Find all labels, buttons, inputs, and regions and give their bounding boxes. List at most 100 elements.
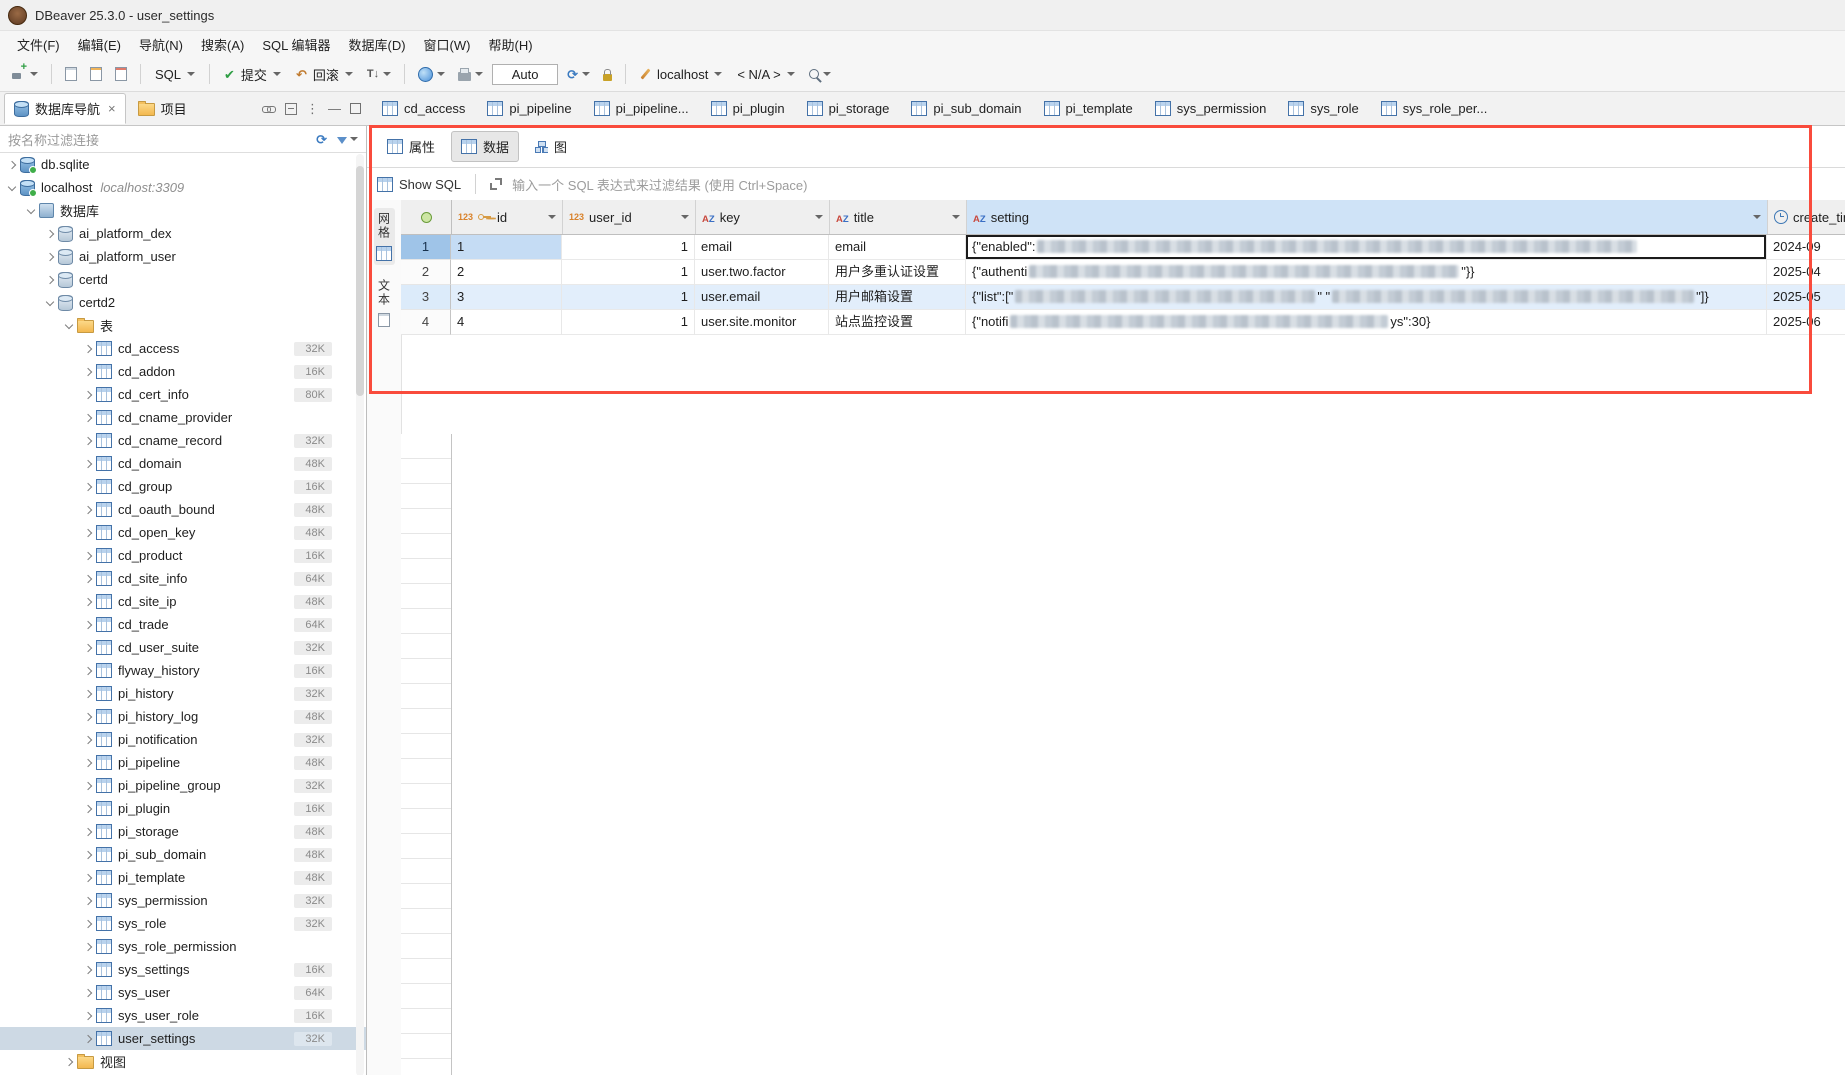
tree-item-cd_cname_provider[interactable]: cd_cname_provider	[0, 406, 366, 429]
search-button[interactable]	[805, 66, 835, 82]
editor-tab-sys_role[interactable]: sys_role	[1277, 95, 1369, 122]
chevron-down-icon[interactable]	[65, 322, 73, 330]
tree-item-cd_addon[interactable]: cd_addon16K	[0, 360, 366, 383]
menu-item[interactable]: 编辑(E)	[69, 32, 130, 57]
tree-item-cd_oauth_bound[interactable]: cd_oauth_bound48K	[0, 498, 366, 521]
expand-filter-icon[interactable]	[490, 178, 502, 190]
chevron-right-icon[interactable]	[84, 782, 92, 790]
chevron-right-icon[interactable]	[84, 391, 92, 399]
tree-item-pi_template[interactable]: pi_template48K	[0, 866, 366, 889]
print-button[interactable]	[454, 65, 487, 84]
menu-item[interactable]: 导航(N)	[130, 32, 192, 57]
transaction-log-button[interactable]: T↓	[363, 65, 395, 83]
menu-item[interactable]: 文件(F)	[8, 32, 69, 57]
cell-id[interactable]: 2	[451, 260, 562, 285]
tree-item-pi_plugin[interactable]: pi_plugin16K	[0, 797, 366, 820]
column-header-title[interactable]: AZtitle	[830, 200, 967, 234]
chevron-right-icon[interactable]	[84, 989, 92, 997]
cell-id[interactable]: 4	[451, 310, 562, 335]
column-header-key[interactable]: AZkey	[696, 200, 830, 234]
tab-projects[interactable]: 项目	[128, 93, 197, 124]
tree-item-表[interactable]: 表	[0, 314, 366, 337]
cell-create_time[interactable]: 2025-06	[1767, 310, 1845, 335]
tree-item-sys_permission[interactable]: sys_permission32K	[0, 889, 366, 912]
column-header-create_time[interactable]: create_time	[1768, 200, 1845, 234]
cell-create_time[interactable]: 2025-04	[1767, 260, 1845, 285]
tree-item-db.sqlite[interactable]: db.sqlite	[0, 153, 366, 176]
collapse-all-icon[interactable]	[285, 103, 297, 115]
cell-create_time[interactable]: 2024-09	[1767, 235, 1845, 260]
new-sql-editor-button[interactable]	[61, 64, 81, 84]
chevron-right-icon[interactable]	[84, 368, 92, 376]
chevron-right-icon[interactable]	[84, 437, 92, 445]
editor-tab-sys_permission[interactable]: sys_permission	[1144, 95, 1278, 122]
editor-tab-pi_plugin[interactable]: pi_plugin	[700, 95, 796, 122]
chevron-right-icon[interactable]	[84, 874, 92, 882]
editor-tab-pi_template[interactable]: pi_template	[1033, 95, 1144, 122]
chevron-right-icon[interactable]	[84, 506, 92, 514]
chevron-right-icon[interactable]	[84, 828, 92, 836]
minimize-icon[interactable]: —	[328, 102, 341, 115]
chevron-right-icon[interactable]	[84, 345, 92, 353]
chevron-right-icon[interactable]	[84, 736, 92, 744]
filter-menu-button[interactable]	[337, 134, 358, 144]
commit-button[interactable]: ✔提交	[219, 62, 286, 87]
network-button[interactable]	[414, 64, 449, 85]
link-with-editor-icon[interactable]	[262, 105, 276, 114]
cell-id[interactable]: 1	[451, 235, 562, 260]
lock-button[interactable]	[599, 65, 616, 84]
tree-item-certd[interactable]: certd	[0, 268, 366, 291]
chevron-right-icon[interactable]	[84, 483, 92, 491]
tree-item-cd_trade[interactable]: cd_trade64K	[0, 613, 366, 636]
editor-tab-pi_sub_domain[interactable]: pi_sub_domain	[900, 95, 1032, 122]
cell-setting[interactable]: {"enabled":	[966, 235, 1767, 260]
new-connection-button[interactable]	[8, 65, 42, 84]
chevron-right-icon[interactable]	[84, 460, 92, 468]
sql-menu-button[interactable]: SQL	[150, 64, 200, 85]
cell-key[interactable]: user.email	[695, 285, 829, 310]
chevron-right-icon[interactable]	[46, 230, 54, 238]
results-tab-图[interactable]: 图	[525, 131, 577, 162]
tree-item-certd2[interactable]: certd2	[0, 291, 366, 314]
tree-item-pi_sub_domain[interactable]: pi_sub_domain48K	[0, 843, 366, 866]
cell-key[interactable]: user.site.monitor	[695, 310, 829, 335]
tree-item-pi_history[interactable]: pi_history32K	[0, 682, 366, 705]
menu-item[interactable]: 帮助(H)	[479, 32, 541, 57]
show-sql-button[interactable]: Show SQL	[377, 177, 461, 192]
tree-item-cd_user_suite[interactable]: cd_user_suite32K	[0, 636, 366, 659]
tree-item-pi_storage[interactable]: pi_storage48K	[0, 820, 366, 843]
chevron-right-icon[interactable]	[84, 1012, 92, 1020]
tree-item-cd_site_info[interactable]: cd_site_info64K	[0, 567, 366, 590]
chevron-down-icon[interactable]	[46, 299, 54, 307]
cell-title[interactable]: 用户邮箱设置	[829, 285, 966, 310]
tree-item-pi_pipeline_group[interactable]: pi_pipeline_group32K	[0, 774, 366, 797]
cell-title[interactable]: email	[829, 235, 966, 260]
tree-item-ai_platform_user[interactable]: ai_platform_user	[0, 245, 366, 268]
connection-filter-input[interactable]: 按名称过滤连接	[8, 130, 306, 149]
chevron-right-icon[interactable]	[84, 414, 92, 422]
open-sql-script-button[interactable]	[86, 64, 106, 84]
chevron-right-icon[interactable]	[84, 713, 92, 721]
rollback-button[interactable]: ↶回滚	[291, 62, 358, 87]
chevron-right-icon[interactable]	[84, 851, 92, 859]
cell-setting[interactable]: {"authenti"}}	[966, 260, 1767, 285]
cell-title[interactable]: 站点监控设置	[829, 310, 966, 335]
chevron-right-icon[interactable]	[46, 253, 54, 261]
chevron-right-icon[interactable]	[84, 805, 92, 813]
editor-tab-cd_access[interactable]: cd_access	[371, 95, 476, 122]
tree-item-cd_product[interactable]: cd_product16K	[0, 544, 366, 567]
tree-item-sys_user_role[interactable]: sys_user_role16K	[0, 1004, 366, 1027]
menu-item[interactable]: 搜索(A)	[192, 32, 253, 57]
tree-item-cd_site_ip[interactable]: cd_site_ip48K	[0, 590, 366, 613]
menu-item[interactable]: 窗口(W)	[415, 32, 480, 57]
tree-item-cd_access[interactable]: cd_access32K	[0, 337, 366, 360]
chevron-right-icon[interactable]	[84, 759, 92, 767]
cell-setting[interactable]: {"list":["" ""]}	[966, 285, 1767, 310]
tree-item-数据库[interactable]: 数据库	[0, 199, 366, 222]
chevron-right-icon[interactable]	[8, 161, 16, 169]
grid-corner-cell[interactable]	[401, 200, 452, 234]
tree-item-cd_domain[interactable]: cd_domain48K	[0, 452, 366, 475]
tree-item-pi_notification[interactable]: pi_notification32K	[0, 728, 366, 751]
tree-item-sys_user[interactable]: sys_user64K	[0, 981, 366, 1004]
chevron-right-icon[interactable]	[84, 529, 92, 537]
